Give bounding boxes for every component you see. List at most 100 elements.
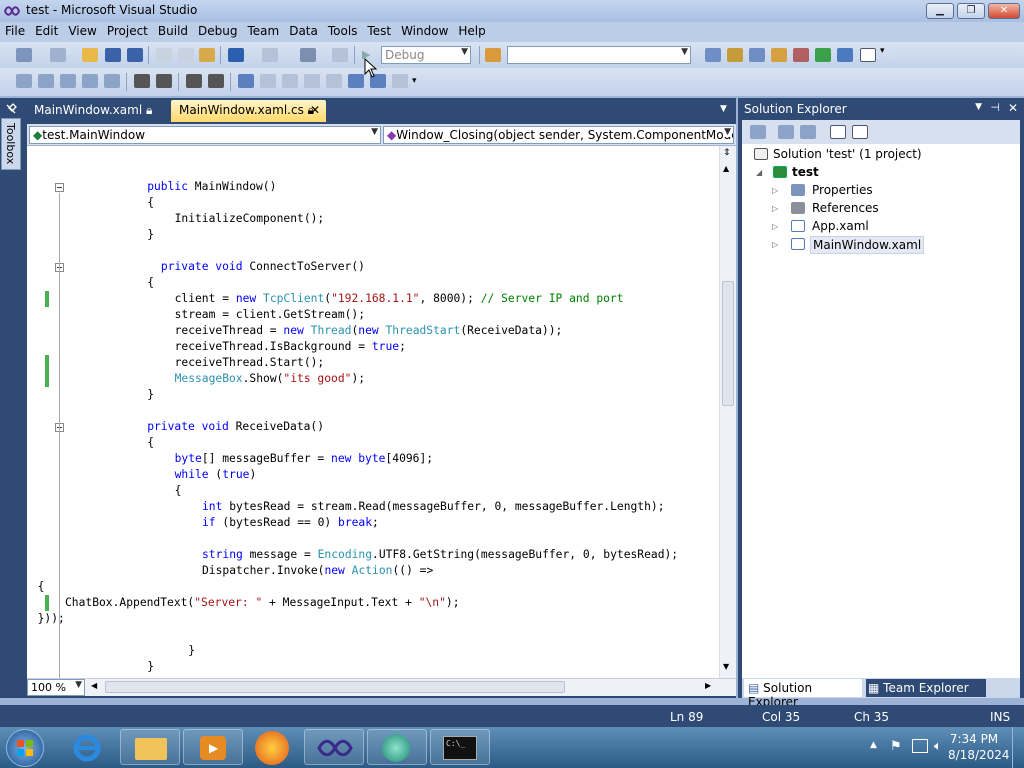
scroll-down-icon[interactable]: ▼ bbox=[723, 662, 729, 671]
active-files-dropdown-icon[interactable]: ▼ bbox=[720, 104, 727, 114]
code-line[interactable]: MessageBox.Show("its good"); bbox=[175, 371, 365, 387]
code-line[interactable]: })); bbox=[38, 611, 65, 627]
tab-team-explorer[interactable]: ▦ Team Explorer bbox=[866, 679, 986, 697]
close-tab-icon[interactable]: ✕ bbox=[310, 103, 320, 117]
tab-solution-explorer[interactable]: ▤ Solution Explorer bbox=[744, 679, 862, 709]
menu-help[interactable]: Help bbox=[453, 22, 490, 42]
solution-explorer-icon[interactable] bbox=[705, 48, 721, 62]
code-line[interactable]: InitializeComponent(); bbox=[175, 211, 325, 227]
properties-window-icon[interactable] bbox=[727, 48, 743, 62]
code-line[interactable]: { bbox=[175, 483, 182, 499]
panel-pin-icon[interactable]: ⊣ bbox=[990, 101, 1000, 114]
find-in-files-icon[interactable] bbox=[485, 48, 501, 62]
show-hidden-icons-icon[interactable]: ▲ bbox=[870, 740, 877, 750]
code-line[interactable]: } bbox=[147, 227, 154, 243]
prev-bookmark-doc-icon[interactable] bbox=[348, 74, 364, 88]
tools-icon[interactable] bbox=[793, 48, 809, 62]
class-combo[interactable]: ◆test.MainWindow ▼ bbox=[29, 126, 381, 144]
window-layout-icon[interactable] bbox=[860, 48, 876, 62]
toolbar2-overflow-icon[interactable]: ▾ bbox=[412, 76, 417, 86]
find-combo[interactable]: ▼ bbox=[507, 46, 691, 64]
solution-node[interactable]: Solution 'test' (1 project) bbox=[773, 147, 922, 161]
undo-icon[interactable] bbox=[228, 48, 244, 62]
code-line[interactable]: receiveThread = new Thread(new ThreadSta… bbox=[175, 323, 563, 339]
decrease-indent-icon[interactable] bbox=[134, 74, 150, 88]
show-desktop-button[interactable] bbox=[1012, 727, 1024, 768]
parameter-info-icon[interactable] bbox=[38, 74, 54, 88]
view-code-icon[interactable] bbox=[830, 125, 846, 139]
network-icon[interactable] bbox=[912, 739, 928, 753]
code-line[interactable]: Dispatcher.Invoke(new Action(() => bbox=[202, 563, 433, 579]
visual-studio-taskbar-icon[interactable] bbox=[304, 729, 364, 765]
view-designer-icon[interactable] bbox=[852, 125, 868, 139]
add-item-icon[interactable] bbox=[50, 48, 66, 62]
expand-arrow-icon[interactable]: ▷ bbox=[772, 204, 778, 213]
next-bookmark-folder-icon[interactable] bbox=[326, 74, 342, 88]
menu-tools[interactable]: Tools bbox=[323, 22, 363, 42]
app-teal-icon[interactable] bbox=[367, 729, 427, 765]
member-combo[interactable]: ◆Window_Closing(object sender, System.Co… bbox=[383, 126, 734, 144]
toolbox-tab[interactable]: Toolbox bbox=[1, 118, 21, 170]
properties-icon[interactable] bbox=[750, 125, 766, 139]
command-prompt-icon[interactable]: C:\_ bbox=[430, 729, 490, 765]
increase-indent-icon[interactable] bbox=[156, 74, 172, 88]
expand-arrow-icon[interactable]: ▷ bbox=[772, 186, 778, 195]
clear-bookmarks-icon[interactable] bbox=[392, 74, 408, 88]
code-line[interactable]: if (bytesRead == 0) break; bbox=[202, 515, 379, 531]
cut-icon[interactable] bbox=[156, 48, 172, 62]
media-player-icon[interactable]: ▶ bbox=[183, 729, 243, 765]
vertical-scrollbar[interactable]: ⇕ ▲ ▼ bbox=[719, 146, 736, 678]
code-line[interactable]: private void ReceiveData() bbox=[147, 419, 324, 435]
tree-item-references[interactable]: References bbox=[812, 201, 879, 215]
collapse-arrow-icon[interactable]: ◢ bbox=[756, 168, 762, 177]
internet-explorer-icon[interactable] bbox=[70, 732, 104, 764]
menu-team[interactable]: Team bbox=[242, 22, 284, 42]
action-center-flag-icon[interactable]: ⚑ bbox=[890, 739, 902, 754]
code-line[interactable]: } bbox=[147, 659, 154, 675]
code-line[interactable]: { bbox=[147, 275, 154, 291]
scroll-right-icon[interactable]: ▶ bbox=[705, 681, 711, 690]
menu-build[interactable]: Build bbox=[153, 22, 193, 42]
tree-item-app-xaml[interactable]: App.xaml bbox=[812, 219, 869, 233]
code-line[interactable]: } bbox=[147, 387, 154, 403]
clock[interactable]: 7:34 PM 8/18/2024 bbox=[948, 732, 1010, 762]
volume-icon[interactable]: 🔈︎ bbox=[934, 739, 942, 754]
menu-debug[interactable]: Debug bbox=[193, 22, 242, 42]
menu-test[interactable]: Test bbox=[362, 22, 396, 42]
file-explorer-icon[interactable] bbox=[120, 729, 180, 765]
show-all-files-icon[interactable] bbox=[778, 125, 794, 139]
code-line[interactable]: client = new TcpClient("192.168.1.1", 80… bbox=[175, 291, 624, 307]
menu-project[interactable]: Project bbox=[102, 22, 153, 42]
code-editor[interactable]: public MainWindow() { InitializeComponent(… bbox=[27, 146, 719, 678]
comment-lines-icon[interactable] bbox=[186, 74, 202, 88]
object-browser-icon[interactable] bbox=[749, 48, 765, 62]
code-line[interactable]: public MainWindow() bbox=[147, 179, 276, 195]
next-bookmark-icon[interactable] bbox=[282, 74, 298, 88]
new-project-icon[interactable] bbox=[16, 48, 32, 62]
code-line[interactable]: private void ConnectToServer() bbox=[161, 259, 365, 275]
firefox-icon[interactable] bbox=[255, 731, 289, 765]
code-line[interactable]: receiveThread.IsBackground = true; bbox=[175, 339, 406, 355]
toggle-bookmark-icon[interactable] bbox=[238, 74, 254, 88]
start-page-icon[interactable] bbox=[815, 48, 831, 62]
toolbox-icon[interactable] bbox=[771, 48, 787, 62]
toolbar-overflow-icon[interactable]: ▾ bbox=[880, 46, 885, 56]
collapse-region-icon[interactable] bbox=[55, 183, 64, 192]
copy-icon[interactable] bbox=[178, 48, 194, 62]
code-line[interactable]: int bytesRead = stream.Read(messageBuffe… bbox=[202, 499, 665, 515]
block-icon[interactable] bbox=[104, 74, 120, 88]
zoom-combo[interactable]: 100 % ▼ bbox=[27, 679, 85, 696]
menu-window[interactable]: Window bbox=[396, 22, 453, 42]
project-node[interactable]: test bbox=[792, 165, 819, 179]
code-line[interactable]: } bbox=[188, 643, 195, 659]
code-line[interactable]: byte[] messageBuffer = new byte[4096]; bbox=[175, 451, 433, 467]
split-icon[interactable]: ⇕ bbox=[723, 148, 731, 158]
code-line[interactable]: { bbox=[38, 579, 45, 595]
save-icon[interactable] bbox=[105, 48, 121, 62]
code-line[interactable]: { bbox=[147, 435, 154, 451]
code-line[interactable]: stream = client.GetStream(); bbox=[175, 307, 365, 323]
menu-data[interactable]: Data bbox=[284, 22, 323, 42]
tree-item-mainwindow-xaml[interactable]: MainWindow.xaml bbox=[810, 236, 925, 254]
uncomment-lines-icon[interactable] bbox=[208, 74, 224, 88]
start-button[interactable] bbox=[6, 729, 44, 767]
